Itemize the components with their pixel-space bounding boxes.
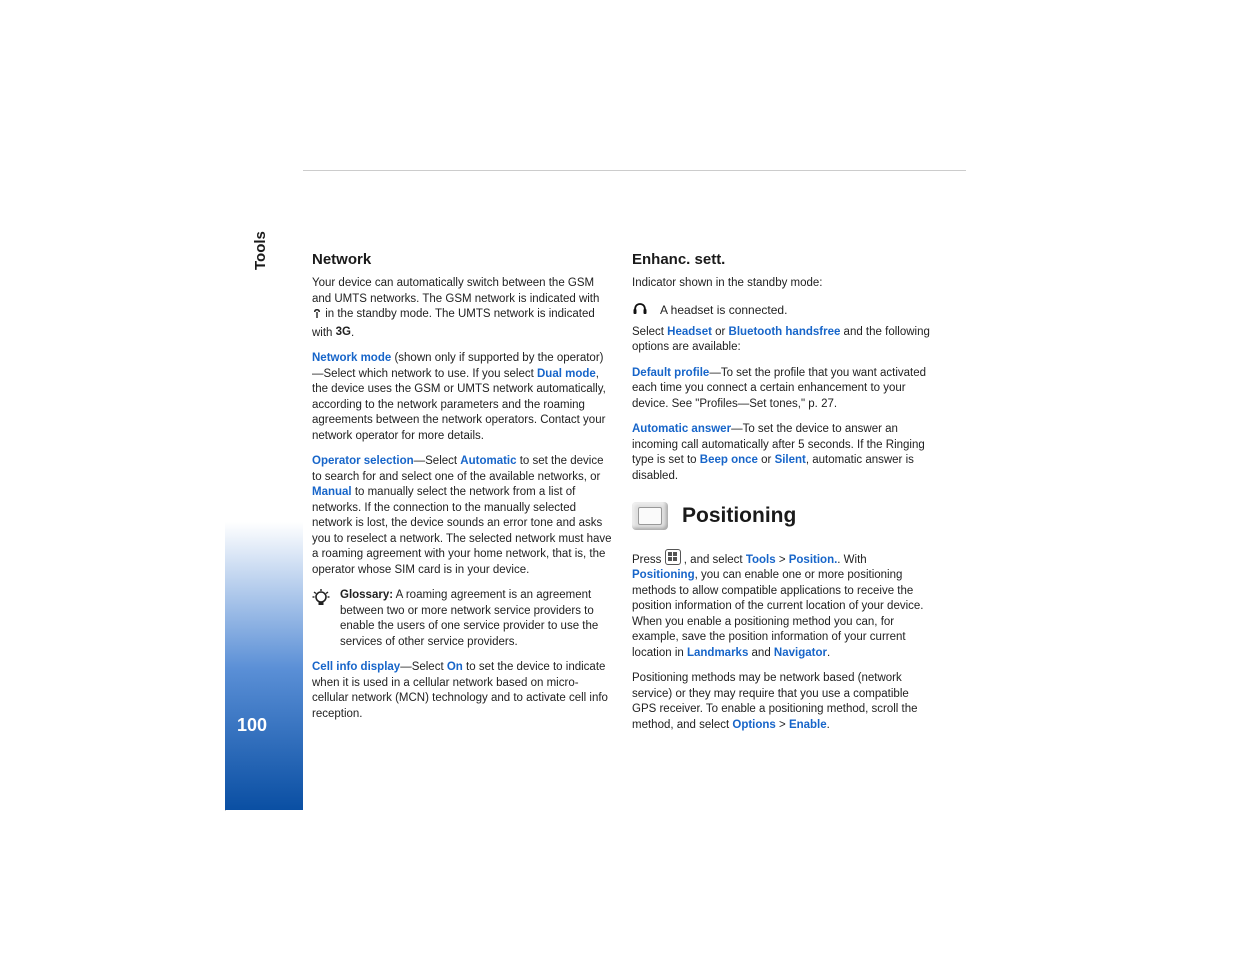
gsm-signal-icon bbox=[312, 307, 322, 325]
link-beep-once[interactable]: Beep once bbox=[700, 454, 758, 466]
menu-key-icon bbox=[665, 549, 681, 565]
link-headset[interactable]: Headset bbox=[667, 326, 712, 338]
network-intro: Your device can automatically switch bet… bbox=[312, 276, 612, 341]
text: . bbox=[827, 647, 830, 659]
network-mode-para: Network mode (shown only if supported by… bbox=[312, 351, 612, 444]
text: > bbox=[776, 554, 789, 566]
text: . With bbox=[837, 554, 866, 566]
link-options[interactable]: Options bbox=[732, 719, 775, 731]
text: Your device can automatically switch bet… bbox=[312, 277, 599, 305]
text: and bbox=[748, 647, 774, 659]
page-content: Network Your device can automatically sw… bbox=[312, 250, 952, 743]
left-column: Network Your device can automatically sw… bbox=[312, 250, 612, 743]
glossary-block: Glossary: A roaming agreement is an agre… bbox=[312, 588, 612, 650]
operator-selection-para: Operator selection—Select Automatic to s… bbox=[312, 454, 612, 578]
select-enhancement-para: Select Headset or Bluetooth handsfree an… bbox=[632, 325, 932, 356]
heading-positioning-row: Positioning bbox=[632, 502, 932, 530]
link-tools[interactable]: Tools bbox=[746, 554, 776, 566]
text: , you can enable one or more positioning… bbox=[632, 569, 924, 659]
text: to manually select the network from a li… bbox=[312, 486, 612, 576]
text: or bbox=[758, 454, 775, 466]
text: Select bbox=[632, 326, 667, 338]
link-enable[interactable]: Enable bbox=[789, 719, 827, 731]
positioning-map-icon bbox=[632, 502, 668, 530]
indicator-intro: Indicator shown in the standby mode: bbox=[632, 276, 932, 292]
right-column: Enhanc. sett. Indicator shown in the sta… bbox=[632, 250, 932, 743]
text: —Select bbox=[414, 455, 461, 467]
text: . bbox=[827, 719, 830, 731]
automatic-answer-para: Automatic answer—To set the device to an… bbox=[632, 422, 932, 484]
text: or bbox=[712, 326, 729, 338]
label-network-mode: Network mode bbox=[312, 352, 391, 364]
text: —Select bbox=[400, 661, 447, 673]
link-silent[interactable]: Silent bbox=[775, 454, 806, 466]
heading-enhanc-sett: Enhanc. sett. bbox=[632, 250, 932, 270]
link-manual[interactable]: Manual bbox=[312, 486, 352, 498]
link-landmarks[interactable]: Landmarks bbox=[687, 647, 748, 659]
link-dual-mode[interactable]: Dual mode bbox=[537, 368, 596, 380]
label-default-profile: Default profile bbox=[632, 367, 709, 379]
cell-info-para: Cell info display—Select On to set the d… bbox=[312, 660, 612, 722]
positioning-para-2: Positioning methods may be network based… bbox=[632, 671, 932, 733]
label-cell-info-display: Cell info display bbox=[312, 661, 400, 673]
umts-3g-icon: 3G bbox=[336, 325, 351, 341]
label-automatic-answer: Automatic answer bbox=[632, 423, 731, 435]
heading-positioning: Positioning bbox=[682, 502, 796, 530]
glossary-label: Glossary: bbox=[340, 589, 393, 601]
heading-network: Network bbox=[312, 250, 612, 270]
text: in the standby mode. The UMTS network is… bbox=[312, 308, 595, 338]
link-navigator[interactable]: Navigator bbox=[774, 647, 827, 659]
text: , and select bbox=[681, 554, 746, 566]
side-section-label: Tools bbox=[252, 231, 269, 270]
label-operator-selection: Operator selection bbox=[312, 455, 414, 467]
text: > bbox=[776, 719, 789, 731]
indicator-headset-text: A headset is connected. bbox=[660, 302, 787, 318]
text: Press bbox=[632, 554, 665, 566]
indicator-headset-row: A headset is connected. bbox=[632, 302, 932, 321]
link-bluetooth-handsfree[interactable]: Bluetooth handsfree bbox=[729, 326, 841, 338]
headset-icon bbox=[632, 302, 650, 321]
page-number: 100 bbox=[237, 715, 267, 736]
link-on[interactable]: On bbox=[447, 661, 463, 673]
link-positioning[interactable]: Positioning bbox=[632, 569, 695, 581]
link-automatic[interactable]: Automatic bbox=[460, 455, 516, 467]
link-position[interactable]: Position. bbox=[789, 554, 838, 566]
glossary-text: Glossary: A roaming agreement is an agre… bbox=[340, 588, 612, 650]
text: . bbox=[351, 327, 354, 339]
default-profile-para: Default profile—To set the profile that … bbox=[632, 366, 932, 413]
positioning-para-1: Press , and select Tools > Position.. Wi… bbox=[632, 549, 932, 662]
lightbulb-icon bbox=[312, 588, 330, 650]
